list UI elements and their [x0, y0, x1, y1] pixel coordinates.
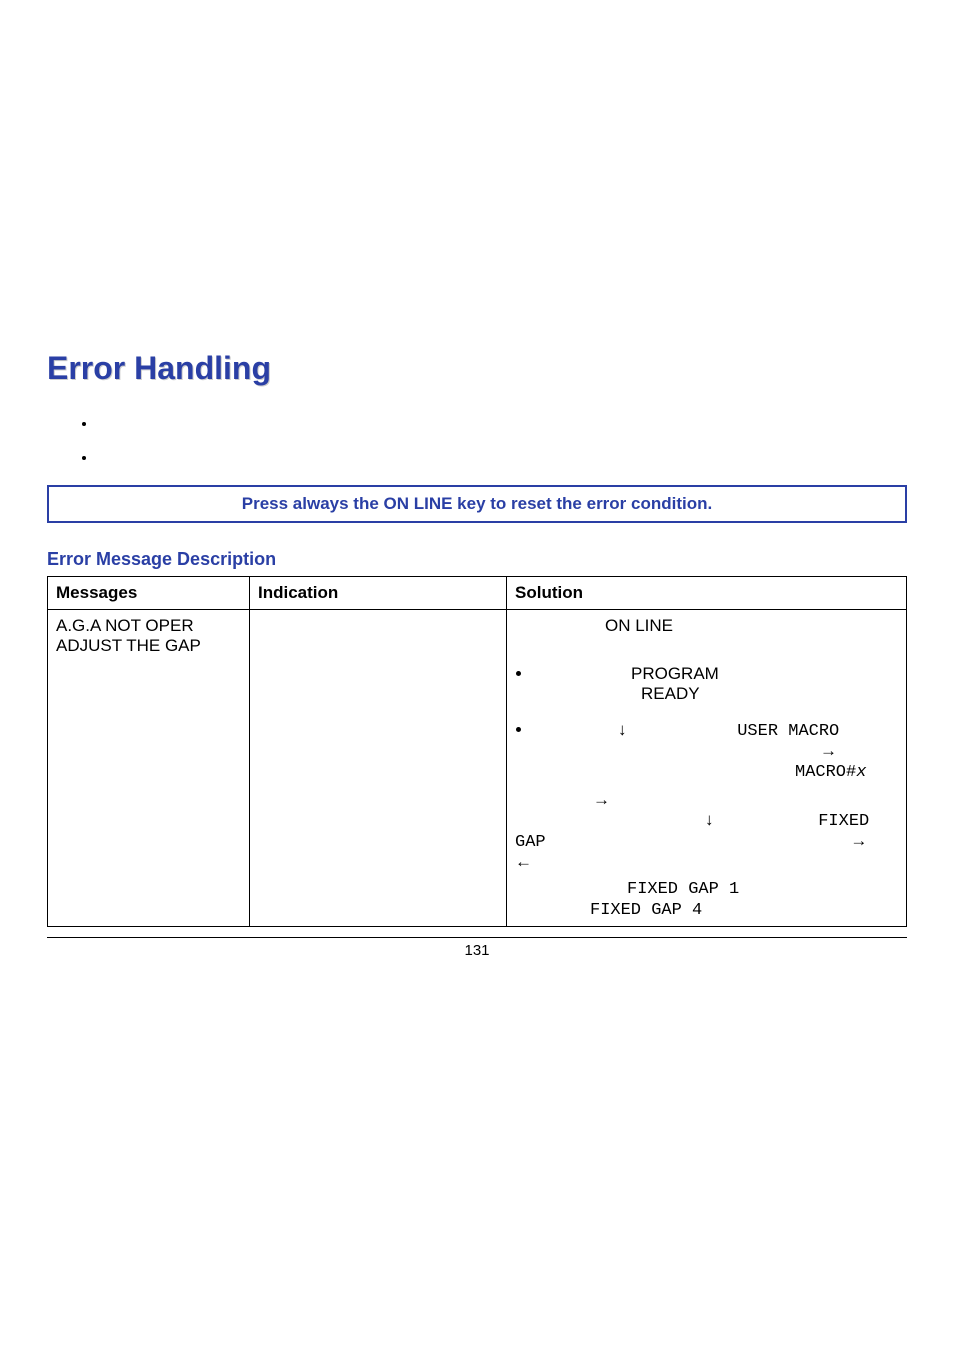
msg-line-2: ADJUST THE GAP [56, 636, 241, 656]
table-row: A.G.A NOT OPER ADJUST THE GAP ON LINE PR… [48, 610, 907, 927]
arrow-down-icon: ↓ [618, 720, 627, 739]
arrow-right-icon: → [820, 741, 837, 760]
list-item [97, 449, 907, 465]
error-table: Messages Indication Solution A.G.A NOT O… [47, 576, 907, 927]
solution-text: READY [641, 684, 700, 703]
solution-code: GAP [515, 833, 546, 852]
page-number: 131 [47, 942, 907, 959]
footer-rule [47, 937, 907, 938]
section-subheading: Error Message Description [47, 549, 907, 570]
arrow-right-icon: → [593, 790, 610, 809]
solution-code: USER MACRO [737, 722, 839, 741]
arrow-left-icon: ← [515, 852, 532, 871]
solution-code: MACRO# [795, 763, 856, 782]
page-title: Error Handling [47, 350, 907, 387]
list-item [97, 415, 907, 431]
indication-cell [250, 610, 507, 927]
solution-cell: ON LINE PROGRAM READY ↓ USER MACRO → MAC… [507, 610, 907, 927]
solution-online-label: ON LINE [605, 616, 673, 635]
solution-text: PROGRAM [631, 664, 719, 683]
table-header-solution: Solution [507, 577, 907, 610]
arrow-down-icon: ↓ [705, 810, 714, 829]
msg-line-1: A.G.A NOT OPER [56, 616, 241, 636]
solution-code: FIXED GAP 4 [590, 901, 702, 920]
list-item: ↓ USER MACRO → MACRO#x [533, 720, 898, 782]
solution-code: FIXED [818, 812, 869, 831]
intro-list [47, 415, 907, 465]
arrow-right-icon: → [850, 831, 867, 850]
table-header-messages: Messages [48, 577, 250, 610]
callout-box: Press always the ON LINE key to reset th… [47, 485, 907, 523]
table-header-indication: Indication [250, 577, 507, 610]
solution-code-var: x [856, 763, 866, 782]
solution-code: FIXED GAP 1 [627, 880, 739, 899]
list-item: PROGRAM READY [533, 664, 898, 704]
